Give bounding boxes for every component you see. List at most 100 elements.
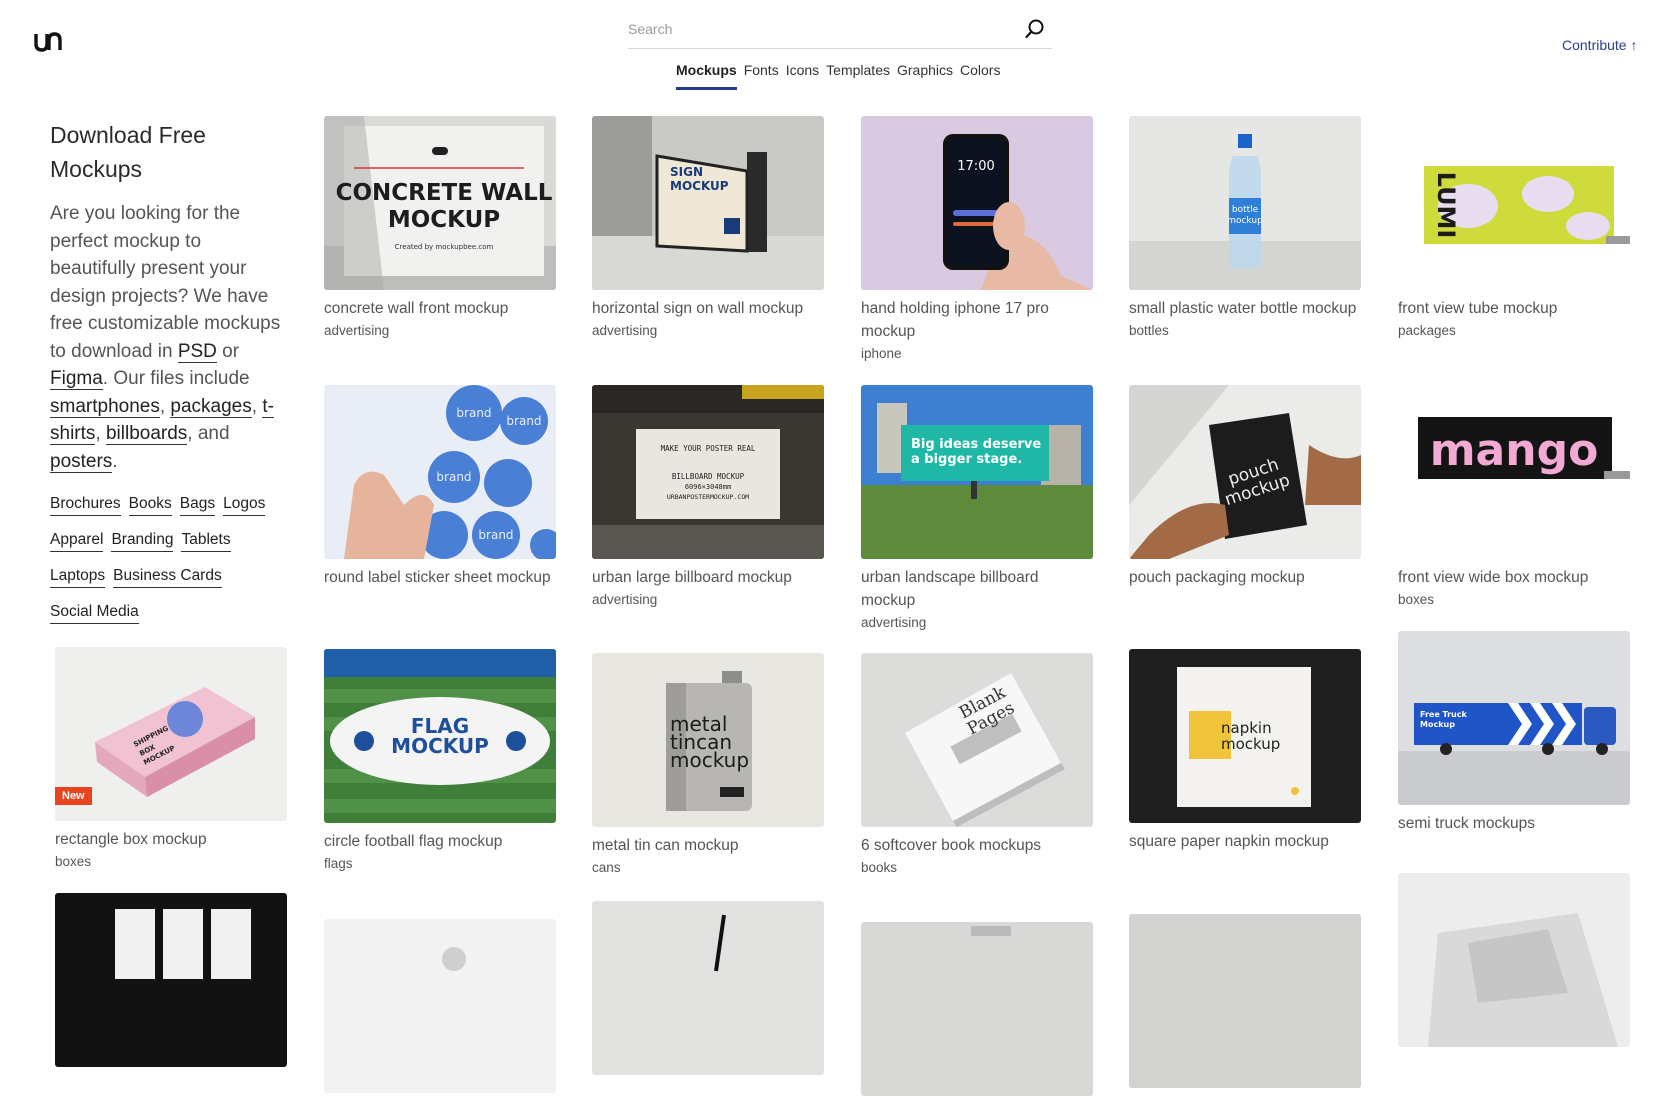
mockup-thumbnail[interactable]: bottle mockup bbox=[1129, 116, 1361, 290]
thumb-label: bottle bbox=[1232, 205, 1259, 215]
mockup-card[interactable] bbox=[1129, 914, 1361, 1088]
mockup-card[interactable]: metal tincan mockup metal tin can mockup… bbox=[592, 653, 824, 875]
mockup-card[interactable] bbox=[592, 901, 824, 1075]
thumb-heading: MOCKUP bbox=[670, 179, 729, 193]
card-title[interactable]: round label sticker sheet mockup bbox=[324, 566, 556, 589]
mockup-card[interactable] bbox=[55, 893, 287, 1067]
link-billboards[interactable]: billboards bbox=[105, 423, 188, 445]
card-title[interactable]: front view wide box mockup bbox=[1398, 566, 1630, 589]
card-title[interactable]: horizontal sign on wall mockup bbox=[592, 297, 824, 320]
mockup-thumbnail[interactable]: SIGN MOCKUP bbox=[592, 116, 824, 290]
mockup-card[interactable]: FLAG MOCKUP circle football flag mockup … bbox=[324, 649, 556, 871]
category-apparel[interactable]: Apparel bbox=[50, 531, 104, 552]
card-title[interactable]: circle football flag mockup bbox=[324, 830, 556, 853]
mockup-card[interactable]: brand brand brand brand round label stic… bbox=[324, 385, 556, 589]
card-tag: advertising bbox=[324, 323, 390, 338]
mockup-thumbnail[interactable]: metal tincan mockup bbox=[592, 653, 824, 827]
card-title[interactable]: semi truck mockups bbox=[1398, 812, 1630, 835]
mockup-card[interactable]: Blank Pages 6 softcover book mockups boo… bbox=[861, 653, 1093, 875]
card-title[interactable]: rectangle box mockup bbox=[55, 828, 287, 851]
mockup-card[interactable]: mango front view wide box mockup boxes bbox=[1398, 385, 1630, 607]
search-bar bbox=[628, 12, 1052, 49]
card-tag: flags bbox=[324, 856, 353, 871]
card-title[interactable]: concrete wall front mockup bbox=[324, 297, 556, 320]
nav-graphics[interactable]: Graphics bbox=[897, 62, 953, 90]
mockup-thumbnail[interactable] bbox=[592, 901, 824, 1075]
mockup-thumbnail[interactable]: pouch mockup bbox=[1129, 385, 1361, 559]
category-business-cards[interactable]: Business Cards bbox=[113, 567, 222, 588]
category-logos[interactable]: Logos bbox=[223, 495, 266, 516]
mockup-thumbnail[interactable]: 17:00 bbox=[861, 116, 1093, 290]
category-bags[interactable]: Bags bbox=[179, 495, 216, 516]
card-title[interactable]: hand holding iphone 17 pro mockup bbox=[861, 297, 1093, 343]
card-title[interactable]: metal tin can mockup bbox=[592, 834, 824, 857]
link-posters[interactable]: posters bbox=[50, 450, 113, 473]
mockup-thumbnail[interactable]: SHIPPING BOX MOCKUP New bbox=[55, 647, 287, 821]
category-tablets[interactable]: Tablets bbox=[181, 531, 231, 552]
card-title[interactable]: pouch packaging mockup bbox=[1129, 566, 1361, 589]
search-icon[interactable] bbox=[1024, 18, 1046, 40]
mockup-card[interactable]: 17:00 hand holding iphone 17 pro mockup … bbox=[861, 116, 1093, 361]
category-books[interactable]: Books bbox=[128, 495, 172, 516]
mockup-card[interactable]: SIGN MOCKUP horizontal sign on wall mock… bbox=[592, 116, 824, 338]
mockup-thumbnail[interactable]: napkin mockup bbox=[1129, 649, 1361, 823]
mockup-card[interactable]: napkin mockup square paper napkin mockup bbox=[1129, 649, 1361, 853]
card-tag: advertising bbox=[861, 615, 927, 630]
nav-templates[interactable]: Templates bbox=[826, 62, 890, 90]
mockup-card[interactable] bbox=[324, 919, 556, 1093]
card-title[interactable]: urban landscape billboard mockup bbox=[861, 566, 1093, 612]
category-brochures[interactable]: Brochures bbox=[50, 495, 121, 516]
mockup-card[interactable]: bottle mockup small plastic water bottle… bbox=[1129, 116, 1361, 338]
mockup-thumbnail[interactable] bbox=[1398, 873, 1630, 1047]
category-laptops[interactable]: Laptops bbox=[50, 567, 106, 588]
card-tag: books bbox=[861, 860, 898, 875]
nav-colors[interactable]: Colors bbox=[960, 62, 1000, 90]
mockup-thumbnail[interactable] bbox=[1129, 914, 1361, 1088]
mockup-thumbnail[interactable]: FLAG MOCKUP bbox=[324, 649, 556, 823]
mockup-thumbnail[interactable]: Free Truck Mockup bbox=[1398, 631, 1630, 805]
link-packages[interactable]: packages bbox=[170, 395, 252, 418]
link-figma[interactable]: Figma bbox=[50, 368, 103, 390]
mockup-thumbnail[interactable]: Blank Pages bbox=[861, 653, 1093, 827]
card-title[interactable]: 6 softcover book mockups bbox=[861, 834, 1093, 857]
card-title[interactable]: urban large billboard mockup bbox=[592, 566, 824, 589]
unblast-logo[interactable] bbox=[34, 30, 62, 52]
sidebar: Download Free Mockups Are you looking fo… bbox=[50, 118, 290, 624]
nav-mockups[interactable]: Mockups bbox=[676, 62, 737, 90]
link-psd[interactable]: PSD bbox=[177, 340, 217, 363]
mockup-card[interactable]: LUMI front view tube mockup packages bbox=[1398, 116, 1630, 338]
nav-fonts[interactable]: Fonts bbox=[744, 62, 779, 90]
mockup-thumbnail[interactable] bbox=[55, 893, 287, 1067]
category-branding[interactable]: Branding bbox=[111, 531, 174, 552]
mockup-thumbnail[interactable]: Big ideas deserve a bigger stage. bbox=[861, 385, 1093, 559]
card-tag: boxes bbox=[55, 854, 92, 869]
mockup-card[interactable]: SHIPPING BOX MOCKUP New rectangle box mo… bbox=[55, 647, 287, 869]
mockup-thumbnail[interactable]: LUMI bbox=[1398, 116, 1630, 290]
card-title[interactable]: front view tube mockup bbox=[1398, 297, 1630, 320]
mockup-card[interactable] bbox=[861, 922, 1093, 1096]
thumb-heading: SIGN bbox=[670, 165, 703, 179]
contribute-link[interactable]: Contribute ↑ bbox=[1562, 37, 1637, 53]
mockup-thumbnail[interactable]: brand brand brand brand bbox=[324, 385, 556, 559]
thumb-label: mockup bbox=[1221, 735, 1280, 753]
mockup-thumbnail[interactable] bbox=[324, 919, 556, 1093]
mockup-card[interactable]: pouch mockup pouch packaging mockup bbox=[1129, 385, 1361, 589]
link-smartphones[interactable]: smartphones bbox=[50, 395, 160, 418]
mockup-card[interactable] bbox=[1398, 873, 1630, 1047]
mockup-thumbnail[interactable]: MAKE YOUR POSTER REAL BILLBOARD MOCKUP 6… bbox=[592, 385, 824, 559]
thumb-label: brand bbox=[456, 406, 491, 420]
card-title[interactable]: small plastic water bottle mockup bbox=[1129, 297, 1361, 320]
mockup-thumbnail[interactable] bbox=[861, 922, 1093, 1096]
mockup-thumbnail[interactable]: mango bbox=[1398, 385, 1630, 559]
category-social-media[interactable]: Social Media bbox=[50, 603, 139, 624]
mockup-card[interactable]: CONCRETE WALL MOCKUP Created by mockupbe… bbox=[324, 116, 556, 338]
nav-icons[interactable]: Icons bbox=[786, 62, 819, 90]
search-input[interactable] bbox=[628, 16, 1008, 42]
mockup-thumbnail[interactable]: CONCRETE WALL MOCKUP Created by mockupbe… bbox=[324, 116, 556, 290]
mockup-card[interactable]: Big ideas deserve a bigger stage. urban … bbox=[861, 385, 1093, 630]
main-nav: Mockups Fonts Icons Templates Graphics C… bbox=[676, 62, 1000, 90]
mockup-card[interactable]: MAKE YOUR POSTER REAL BILLBOARD MOCKUP 6… bbox=[592, 385, 824, 607]
page-title: Download Free Mockups bbox=[50, 122, 206, 182]
card-title[interactable]: square paper napkin mockup bbox=[1129, 830, 1361, 853]
mockup-card[interactable]: Free Truck Mockup semi truck mockups bbox=[1398, 631, 1630, 835]
